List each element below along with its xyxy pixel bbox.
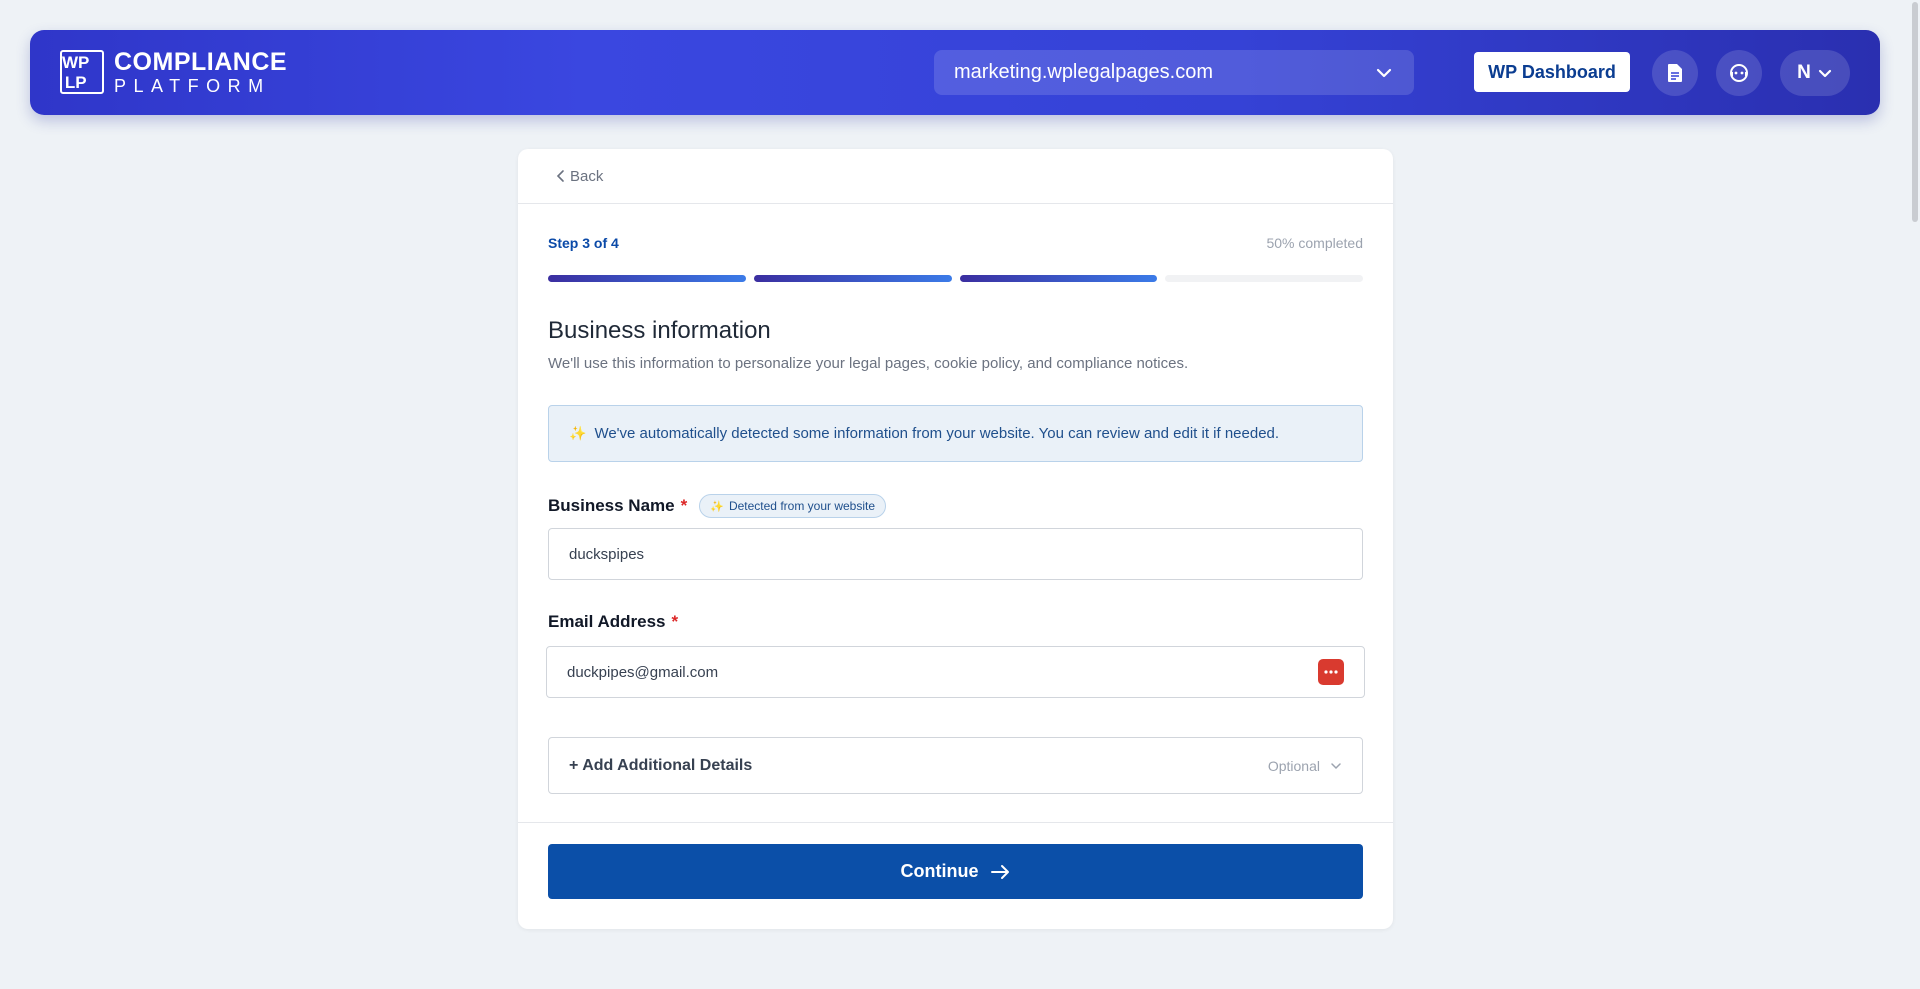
document-icon [1668,64,1682,82]
notice-text: We've automatically detected some inform… [594,425,1280,442]
email-label-row: Email Address * [548,612,1363,632]
optional-label: Optional [1268,758,1342,774]
back-link[interactable]: Back [556,168,603,185]
onboarding-card: Back Step 3 of 4 50% completed Business … [518,149,1393,929]
documents-button[interactable] [1652,50,1698,96]
support-icon [1730,64,1748,82]
additional-details-accordion[interactable]: + Add Additional Details Optional [548,737,1363,794]
auto-detect-notice: ✨ We've automatically detected some info… [548,405,1363,462]
page-subtitle: We'll use this information to personaliz… [548,355,1189,372]
required-marker: * [671,612,679,631]
logo-subtitle: PLATFORM [114,75,271,96]
business-name-value: duckspipes [569,545,645,563]
arrow-right-icon [990,864,1009,879]
chevron-down-icon [1818,69,1831,78]
completion-label: 50% completed [1266,235,1363,251]
progress-segment [548,275,746,282]
business-name-input[interactable]: duckspipes [548,528,1363,580]
card-top-bar: Back [518,149,1393,204]
progress-bar [548,275,1363,282]
continue-button[interactable]: Continue [548,844,1363,899]
user-menu-button[interactable]: N [1780,50,1850,96]
chevron-down-icon [1331,762,1341,769]
business-name-label-row: Business Name * ✨ Detected from your web… [548,494,1363,518]
logo-text: COMPLIANCE PLATFORM [114,47,288,96]
wp-dashboard-button[interactable]: WP Dashboard [1474,52,1630,92]
business-name-label: Business Name [548,496,675,515]
logo-mark: WP LP [60,50,104,94]
chevron-left-icon [556,170,564,182]
support-button[interactable] [1716,50,1762,96]
detected-badge: ✨ Detected from your website [699,494,887,518]
progress-segment [959,275,1158,282]
step-header: Step 3 of 4 50% completed [548,235,1363,251]
chevron-down-icon [1376,68,1392,77]
logo-title: COMPLIANCE [114,47,288,76]
logo[interactable]: WP LP COMPLIANCE PLATFORM [60,47,288,96]
site-selector[interactable]: marketing.wplegalpages.com [934,50,1414,95]
page-title: Business information [548,317,771,344]
progress-segment [1165,275,1363,282]
email-input[interactable]: duckpipes@gmail.com [546,646,1365,698]
top-bar: WP LP COMPLIANCE PLATFORM marketing.wple… [30,30,1880,115]
sparkle-icon: ✨ [569,425,587,441]
footer-divider [518,822,1393,823]
progress-segment [753,275,952,282]
email-label: Email Address [548,612,666,631]
additional-details-label: + Add Additional Details [569,756,753,774]
site-selector-value: marketing.wplegalpages.com [954,61,1214,83]
step-label: Step 3 of 4 [548,235,619,251]
page-scrollbar[interactable] [1910,0,1920,989]
sparkle-icon: ✨ [710,500,724,513]
scrollbar-thumb[interactable] [1912,2,1918,222]
required-marker: * [680,496,688,515]
email-value: duckpipes@gmail.com [567,663,719,681]
password-manager-icon[interactable] [1318,659,1344,685]
user-initial: N [1797,62,1811,83]
continue-label: Continue [900,861,979,881]
